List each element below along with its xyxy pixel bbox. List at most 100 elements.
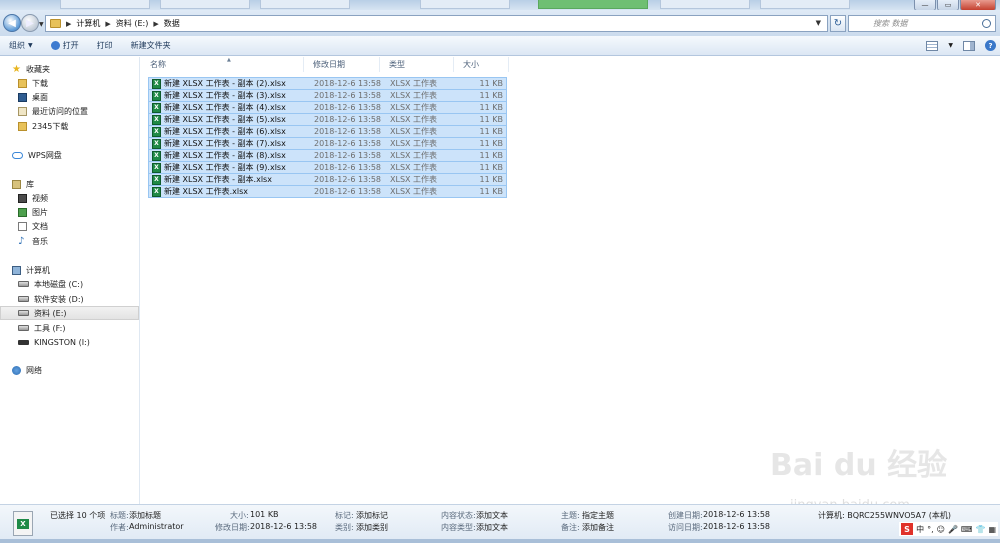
recent-pages-dropdown[interactable]: ▼ xyxy=(39,21,44,28)
nav-desktop[interactable]: 桌面 xyxy=(0,90,139,104)
nav-wps-cloud[interactable]: WPS网盘 xyxy=(0,148,139,162)
smiley-icon[interactable]: ☺ xyxy=(937,525,945,534)
back-button[interactable]: ◀ xyxy=(3,14,21,32)
forward-button[interactable]: ▶ xyxy=(21,14,39,32)
breadcrumb-drive-e[interactable]: 资料 (E:) xyxy=(116,18,149,29)
chevron-right-icon[interactable]: ▶ xyxy=(105,20,110,28)
grid-menu-icon[interactable]: ▦ xyxy=(988,525,996,534)
taskbar-tab[interactable] xyxy=(160,0,250,9)
keyboard-icon[interactable]: ⌨ xyxy=(961,525,973,534)
address-dropdown-icon[interactable]: ▼ xyxy=(816,19,821,27)
taskbar-tab[interactable] xyxy=(660,0,750,9)
title-value[interactable]: 添加标题 xyxy=(129,510,161,521)
column-header-modified[interactable]: 修改日期 xyxy=(304,57,380,72)
content-type-value[interactable]: 添加文本 xyxy=(476,522,508,533)
nav-documents[interactable]: 文档 xyxy=(0,219,139,233)
file-type: XLSX 工作表 xyxy=(390,151,438,160)
file-date: 2018-12-6 13:58 xyxy=(314,103,381,112)
shirt-skin-icon[interactable]: 👕 xyxy=(975,525,985,534)
file-type: XLSX 工作表 xyxy=(390,139,438,148)
punctuation-indicator[interactable]: °, xyxy=(927,525,934,534)
print-button[interactable]: 打印 xyxy=(88,40,122,51)
nav-label: 音乐 xyxy=(32,236,48,246)
change-view-icon[interactable] xyxy=(926,40,939,51)
address-bar[interactable]: ▶ 计算机 ▶ 资料 (E:) ▶ 数据 ▼ xyxy=(45,15,828,32)
microphone-icon[interactable]: 🎤 xyxy=(948,525,958,534)
taskbar-tab[interactable] xyxy=(420,0,510,9)
chevron-right-icon[interactable]: ▶ xyxy=(153,20,158,28)
taskbar-tab-active[interactable] xyxy=(538,0,648,9)
subject-value[interactable]: 指定主题 xyxy=(582,510,614,521)
file-row[interactable]: X 新建 XLSX 工作表.xlsx 2018-12-6 13:58 XLSX … xyxy=(148,185,507,198)
file-size: 11 KB xyxy=(479,79,503,88)
language-indicator[interactable]: 中 xyxy=(916,524,924,535)
nav-label: 收藏夹 xyxy=(26,64,50,74)
navigation-pane[interactable]: ★ 收藏夹 下载 桌面 最近访问的位置 2345下载 WPS网盘 库 视频 图片… xyxy=(0,57,140,504)
accessed-value: 2018-12-6 13:58 xyxy=(703,522,770,531)
picture-icon xyxy=(18,207,27,217)
nav-label: 本地磁盘 (C:) xyxy=(34,279,84,289)
new-folder-button[interactable]: 新建文件夹 xyxy=(122,40,180,51)
author-value[interactable]: Administrator xyxy=(129,522,184,531)
nav-drive-f[interactable]: 工具 (F:) xyxy=(0,321,139,335)
search-input[interactable]: 搜索 数据 xyxy=(848,15,996,32)
taskbar-tab[interactable] xyxy=(260,0,350,9)
nav-libraries[interactable]: 库 xyxy=(0,177,139,191)
drive-icon xyxy=(18,296,29,302)
column-header-name[interactable]: 名称 xyxy=(141,57,304,72)
nav-label: 工具 (F:) xyxy=(34,323,66,333)
excel-file-icon: X xyxy=(152,151,161,161)
refresh-button[interactable]: ↻ xyxy=(830,15,846,32)
nav-drive-i[interactable]: KINGSTON (I:) xyxy=(0,335,139,349)
nav-drive-c[interactable]: 本地磁盘 (C:) xyxy=(0,277,139,291)
open-button[interactable]: 打开 xyxy=(42,40,88,51)
file-type: XLSX 工作表 xyxy=(390,175,438,184)
tags-value[interactable]: 添加标记 xyxy=(356,510,388,521)
file-type: XLSX 工作表 xyxy=(390,115,438,124)
recent-places-icon xyxy=(18,106,27,116)
search-icon[interactable] xyxy=(982,19,991,28)
nav-network[interactable]: 网络 xyxy=(0,363,139,377)
excel-file-icon: X xyxy=(152,115,161,125)
created-label: 创建日期: xyxy=(668,511,703,520)
nav-label: 最近访问的位置 xyxy=(32,106,88,116)
breadcrumb-computer[interactable]: 计算机 xyxy=(76,18,100,29)
usb-drive-icon xyxy=(18,339,29,345)
nav-videos[interactable]: 视频 xyxy=(0,191,139,205)
tags-label: 标记: xyxy=(335,511,354,520)
file-size: 11 KB xyxy=(479,163,503,172)
content-status-value[interactable]: 添加文本 xyxy=(476,510,508,521)
column-header-type[interactable]: 类型 xyxy=(380,57,454,72)
chevron-down-icon[interactable]: ▼ xyxy=(948,42,953,49)
nav-favorites[interactable]: ★ 收藏夹 xyxy=(0,62,139,76)
nav-music[interactable]: ♪ 音乐 xyxy=(0,234,139,248)
nav-computer[interactable]: 计算机 xyxy=(0,263,139,277)
sogou-ime-icon[interactable]: S xyxy=(901,523,914,535)
content-type-label: 内容类型: xyxy=(441,523,476,532)
help-icon[interactable]: ? xyxy=(985,40,996,51)
taskbar-tab[interactable] xyxy=(60,0,150,9)
download-folder-icon xyxy=(18,78,27,88)
nav-label: 资料 (E:) xyxy=(34,308,67,318)
category-value[interactable]: 添加类别 xyxy=(356,522,388,533)
preview-pane-icon[interactable] xyxy=(963,40,975,51)
comments-label: 备注: xyxy=(561,523,580,532)
file-list-pane[interactable]: ▲ 名称 修改日期 类型 大小 X 新建 XLSX 工作表 - 副本 (2).x… xyxy=(141,57,1000,504)
column-header-size[interactable]: 大小 xyxy=(454,57,509,72)
chevron-right-icon[interactable]: ▶ xyxy=(66,20,71,28)
nav-pictures[interactable]: 图片 xyxy=(0,205,139,219)
organize-label: 组织 xyxy=(9,41,25,50)
open-icon xyxy=(50,41,60,50)
breadcrumb-data[interactable]: 数据 xyxy=(164,18,180,29)
computer-value: 计算机: BQRC255WNVO5A7 (本机) xyxy=(818,511,951,520)
nav-drive-e[interactable]: 资料 (E:) xyxy=(0,306,139,320)
nav-2345-downloads[interactable]: 2345下载 xyxy=(0,119,139,133)
file-name: 新建 XLSX 工作表 - 副本 (6).xlsx xyxy=(164,127,286,136)
nav-recent[interactable]: 最近访问的位置 xyxy=(0,104,139,118)
nav-downloads[interactable]: 下载 xyxy=(0,76,139,90)
nav-drive-d[interactable]: 软件安装 (D:) xyxy=(0,292,139,306)
comments-value[interactable]: 添加备注 xyxy=(582,522,614,533)
excel-file-icon xyxy=(13,511,33,536)
taskbar-tab[interactable] xyxy=(760,0,850,9)
organize-button[interactable]: 组织 ▼ xyxy=(0,40,42,51)
